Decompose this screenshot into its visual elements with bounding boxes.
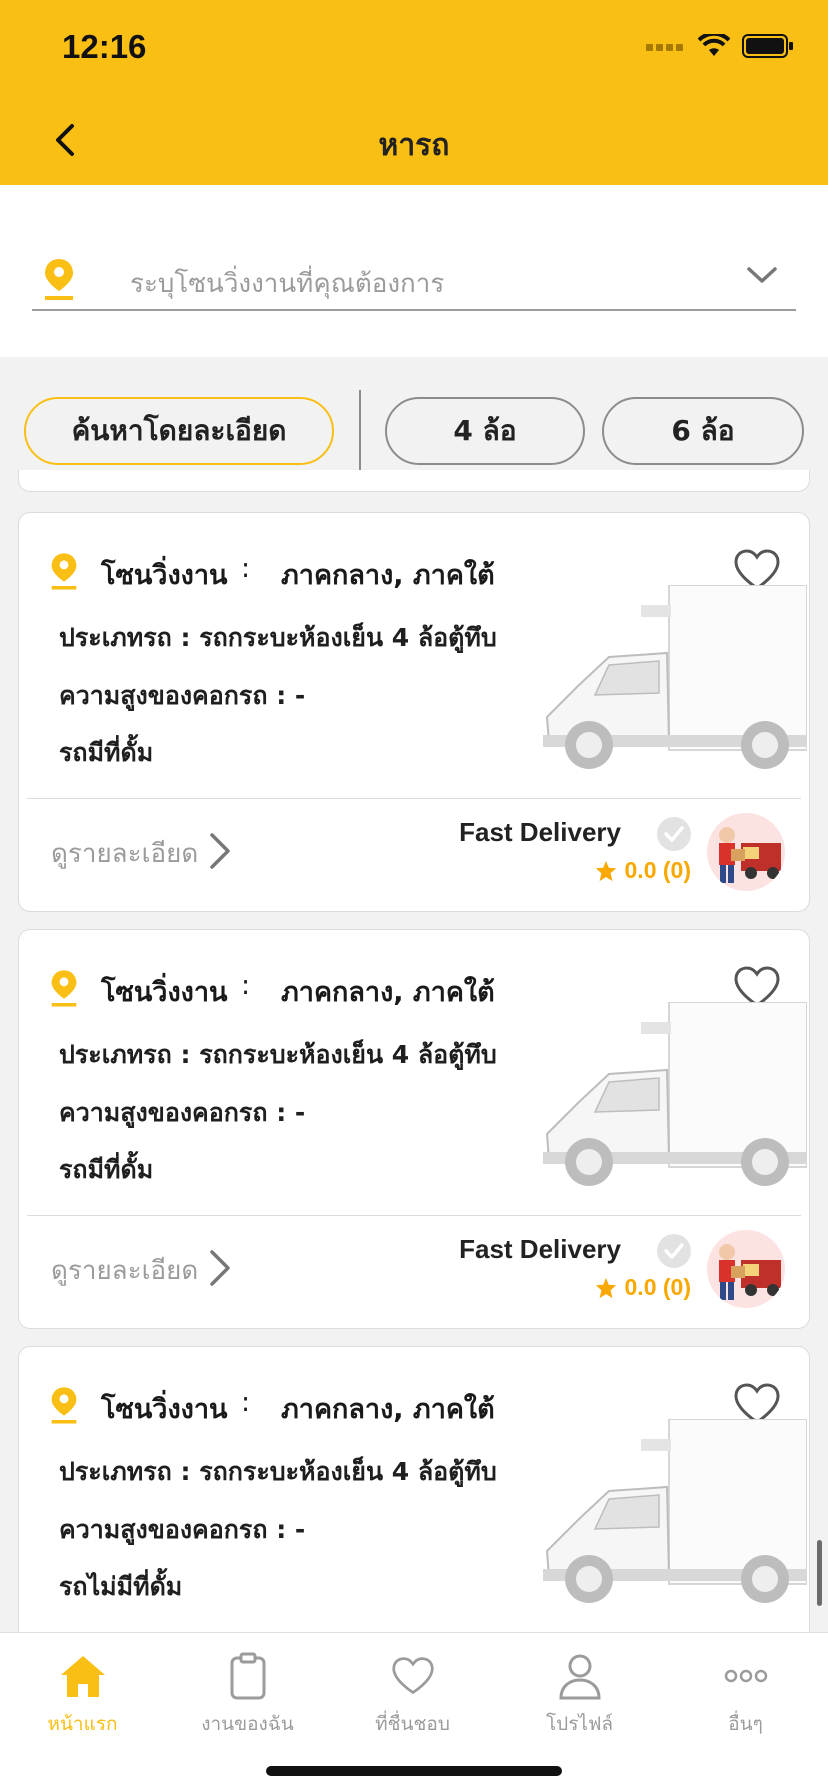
tab-profile[interactable]: โปรไฟล์ — [497, 1647, 662, 1747]
view-details-link[interactable]: ดูรายละเอียด — [51, 833, 198, 874]
tab-label: ที่ชื่นชอบ — [375, 1713, 450, 1735]
vehicle-type: ประเภทรถ : รถกระบะห้องเย็น 4 ล้อตู้ทึบ — [59, 1040, 497, 1069]
signal-icon — [646, 44, 683, 51]
tab-more[interactable]: อื่นๆ — [663, 1647, 828, 1747]
location-pin-icon — [51, 553, 77, 590]
filter-divider — [359, 390, 361, 474]
rating: 0.0 (0) — [595, 857, 691, 884]
company-avatar — [707, 813, 785, 891]
verified-check-icon — [657, 1234, 691, 1268]
vehicle-height: ความสูงของคอกรถ : - — [59, 1515, 306, 1544]
clipboard-icon — [230, 1652, 265, 1700]
vehicle-ramp: รถไม่มีที่ดั้ม — [59, 1572, 183, 1601]
location-pin-icon — [51, 970, 77, 1007]
zone-colon: : — [241, 1387, 251, 1418]
chevron-right-icon — [210, 1250, 230, 1286]
vehicle-ramp: รถมีที่ดั้ม — [59, 1155, 154, 1184]
tab-my-jobs[interactable]: งานของฉัน — [165, 1647, 330, 1747]
company-name: Fast Delivery — [459, 817, 621, 847]
app-header: 12:16 หารถ — [0, 0, 828, 185]
tab-home[interactable]: หน้าแรก — [0, 1647, 165, 1747]
home-indicator — [266, 1766, 562, 1776]
truck-image — [543, 585, 807, 769]
more-icon — [724, 1669, 767, 1683]
zone-colon: : — [241, 553, 251, 584]
tab-label: อื่นๆ — [728, 1713, 763, 1735]
home-icon — [60, 1656, 105, 1697]
zone-label: โซนวิ่งงาน — [101, 560, 228, 591]
truck-image — [543, 1419, 807, 1603]
heart-icon — [391, 1657, 434, 1695]
zone-label: โซนวิ่งงาน — [101, 977, 228, 1008]
zone-placeholder: ระบุโซนวิ่งงานที่คุณต้องการ — [130, 269, 445, 299]
star-icon — [595, 860, 616, 881]
page-title: หารถ — [378, 128, 450, 163]
rating-value: 0.0 (0) — [624, 1274, 691, 1300]
wifi-icon — [698, 34, 730, 56]
zone-panel: ระบุโซนวิ่งงานที่คุณต้องการ — [0, 185, 828, 357]
zone-value: ภาคกลาง, ภาคใต้ — [281, 1394, 495, 1425]
tab-favorites[interactable]: ที่ชื่นชอบ — [330, 1647, 495, 1747]
card-divider — [27, 798, 801, 799]
verified-check-icon — [657, 817, 691, 851]
card-peek — [18, 470, 810, 492]
chevron-down-icon — [747, 267, 777, 283]
tab-label: งานของฉัน — [201, 1713, 294, 1735]
zone-value: ภาคกลาง, ภาคใต้ — [281, 560, 495, 591]
vehicle-type: ประเภทรถ : รถกระบะห้องเย็น 4 ล้อตู้ทึบ — [59, 623, 497, 652]
rating: 0.0 (0) — [595, 1274, 691, 1301]
rating-value: 0.0 (0) — [624, 857, 691, 883]
status-icons — [646, 34, 794, 58]
vehicle-height: ความสูงของคอกรถ : - — [59, 681, 306, 710]
view-details-link[interactable]: ดูรายละเอียด — [51, 1250, 198, 1291]
filter-detailed-search[interactable]: ค้นหาโดยละเอียด — [24, 397, 334, 465]
zone-colon: : — [241, 970, 251, 1001]
filter-4-wheel[interactable]: 4 ล้อ — [385, 397, 585, 465]
zone-label: โซนวิ่งงาน — [101, 1394, 228, 1425]
battery-icon — [742, 34, 793, 58]
vehicle-ramp: รถมีที่ดั้ม — [59, 738, 154, 767]
zone-value: ภาคกลาง, ภาคใต้ — [281, 977, 495, 1008]
location-pin-icon — [51, 1387, 77, 1424]
vehicle-height: ความสูงของคอกรถ : - — [59, 1098, 306, 1127]
chevron-right-icon — [210, 833, 230, 869]
card-divider — [27, 1215, 801, 1216]
star-icon — [595, 1277, 616, 1298]
truck-card[interactable]: โซนวิ่งงาน : ภาคกลาง, ภาคใต้ ประเภทรถ : … — [18, 929, 810, 1329]
location-pin-icon — [45, 259, 73, 300]
truck-image — [543, 1002, 807, 1186]
tab-label: หน้าแรก — [47, 1713, 118, 1735]
zone-select[interactable]: ระบุโซนวิ่งงานที่คุณต้องการ — [32, 245, 796, 311]
vehicle-type: ประเภทรถ : รถกระบะห้องเย็น 4 ล้อตู้ทึบ — [59, 1457, 497, 1486]
truck-card[interactable]: โซนวิ่งงาน : ภาคกลาง, ภาคใต้ ประเภทรถ : … — [18, 512, 810, 912]
company-avatar — [707, 1230, 785, 1308]
status-time: 12:16 — [62, 28, 147, 65]
filter-6-wheel[interactable]: 6 ล้อ — [602, 397, 804, 465]
tab-label: โปรไฟล์ — [545, 1713, 614, 1735]
scrollbar[interactable] — [817, 1540, 822, 1606]
person-icon — [558, 1654, 601, 1700]
filter-bar: ค้นหาโดยละเอียด 4 ล้อ 6 ล้อ — [0, 385, 828, 475]
company-name: Fast Delivery — [459, 1234, 621, 1264]
